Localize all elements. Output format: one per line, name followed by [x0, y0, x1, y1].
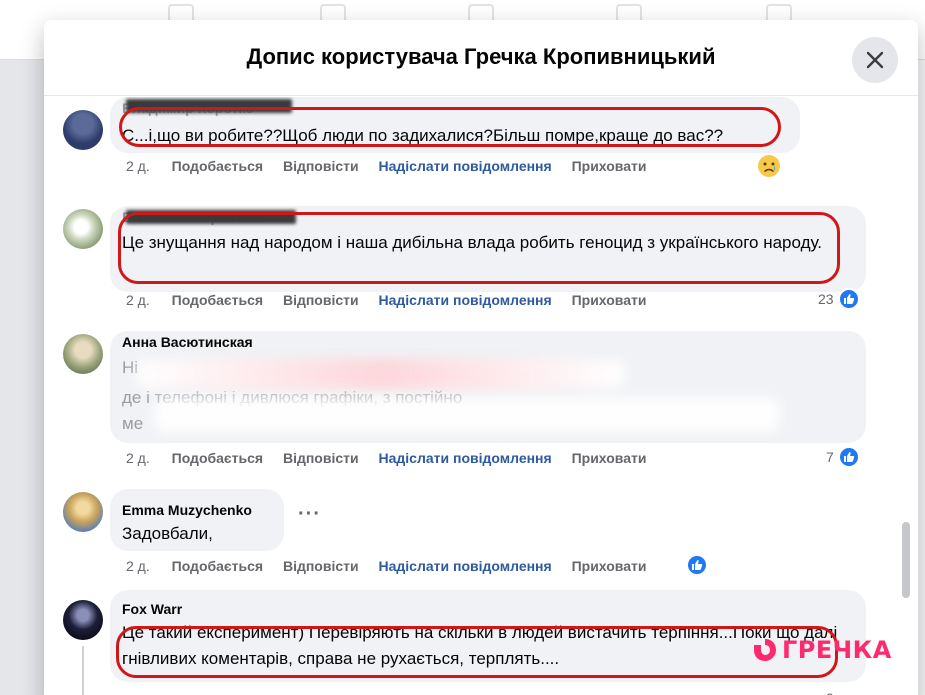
- reaction-summary[interactable]: [756, 153, 782, 179]
- comment-time[interactable]: 2 д.: [126, 158, 150, 174]
- sad-emoji-icon: [758, 155, 780, 177]
- more-options-button[interactable]: ···: [298, 503, 321, 526]
- avatar: [63, 492, 103, 532]
- reaction-summary[interactable]: 9: [826, 690, 834, 695]
- dialog-header: Допис користувача Гречка Кропивницький: [44, 20, 918, 96]
- like-link[interactable]: Подобається: [172, 558, 263, 574]
- redaction-mark: [126, 99, 292, 113]
- hide-link[interactable]: Приховати: [572, 558, 647, 574]
- hide-link[interactable]: Приховати: [572, 292, 647, 308]
- hide-link[interactable]: Приховати: [572, 450, 647, 466]
- like-icon: [837, 288, 860, 310]
- reaction-count: 9: [826, 690, 834, 695]
- reaction-summary[interactable]: 23: [818, 288, 860, 310]
- hide-link[interactable]: Приховати: [572, 158, 647, 174]
- like-icon: [837, 446, 860, 468]
- comment-time[interactable]: 2 д.: [126, 450, 150, 466]
- redaction-smear: [154, 397, 780, 433]
- post-dialog: Допис користувача Гречка Кропивницький В…: [44, 20, 918, 695]
- comment-author[interactable]: Emma Muzychenko: [122, 501, 272, 519]
- send-message-link[interactable]: Надіслати повідомлення: [379, 450, 552, 466]
- comment-text: Це такий експеримент) Перевіряють на скі…: [122, 623, 838, 668]
- comment-time[interactable]: 2 д.: [126, 292, 150, 308]
- thread-line: [82, 646, 84, 695]
- send-message-link[interactable]: Надіслати повідомлення: [379, 558, 552, 574]
- reply-link[interactable]: Відповісти: [283, 292, 359, 308]
- comment-actions: 2 д. Подобається Відповісти Надіслати по…: [126, 558, 662, 574]
- send-message-link[interactable]: Надіслати повідомлення: [379, 158, 552, 174]
- like-link[interactable]: Подобається: [172, 292, 263, 308]
- like-link[interactable]: Подобається: [172, 158, 263, 174]
- reply-link[interactable]: Відповісти: [283, 450, 359, 466]
- reaction-summary[interactable]: [686, 554, 708, 576]
- comments-list: Владимир Коротко С...і,що ви робите??Щоб…: [44, 97, 918, 695]
- avatar: [63, 110, 103, 150]
- close-button[interactable]: [852, 37, 898, 83]
- avatar: [63, 600, 103, 640]
- comment-text: Задовбали,: [122, 524, 213, 543]
- watermark: ГРЕЧКА: [752, 636, 892, 664]
- redaction-mark: [126, 210, 296, 224]
- grechka-logo-icon: [754, 639, 776, 661]
- avatar: [63, 209, 103, 249]
- dialog-title: Допис користувача Гречка Кропивницький: [246, 44, 716, 69]
- more-dots-icon: ···: [298, 503, 321, 525]
- comment-author[interactable]: Fox Warr: [122, 600, 854, 618]
- watermark-text: ГРЕЧКА: [782, 636, 892, 664]
- comment-actions: 2 д. Подобається Відповісти Надіслати по…: [126, 450, 662, 466]
- avatar: [63, 334, 103, 374]
- scrollbar-thumb[interactable]: [902, 522, 910, 598]
- close-icon: [866, 51, 884, 69]
- comment-time[interactable]: 2 д.: [126, 558, 150, 574]
- reply-link[interactable]: Відповісти: [283, 158, 359, 174]
- redaction-smear: [136, 359, 626, 389]
- comment-bubble: Emma Muzychenko Задовбали,: [110, 489, 284, 551]
- comment-actions: 2 д. Подобається Відповісти Надіслати по…: [126, 158, 662, 174]
- reply-link[interactable]: Відповісти: [283, 558, 359, 574]
- like-link[interactable]: Подобається: [172, 450, 263, 466]
- like-icon: [686, 554, 708, 576]
- reaction-summary[interactable]: 7: [826, 446, 860, 468]
- comment-text: Це знущання над народом і наша дибільна …: [122, 233, 823, 252]
- send-message-link[interactable]: Надіслати повідомлення: [379, 292, 552, 308]
- comment-actions: 2 д. Подобається Відповісти Надіслати по…: [126, 292, 662, 308]
- reaction-count: 23: [818, 291, 834, 307]
- reaction-count: 7: [826, 449, 834, 465]
- comment-author[interactable]: Анна Васютинская: [122, 333, 854, 351]
- comment-text: С...і,що ви робите??Щоб люди по задихали…: [122, 126, 724, 145]
